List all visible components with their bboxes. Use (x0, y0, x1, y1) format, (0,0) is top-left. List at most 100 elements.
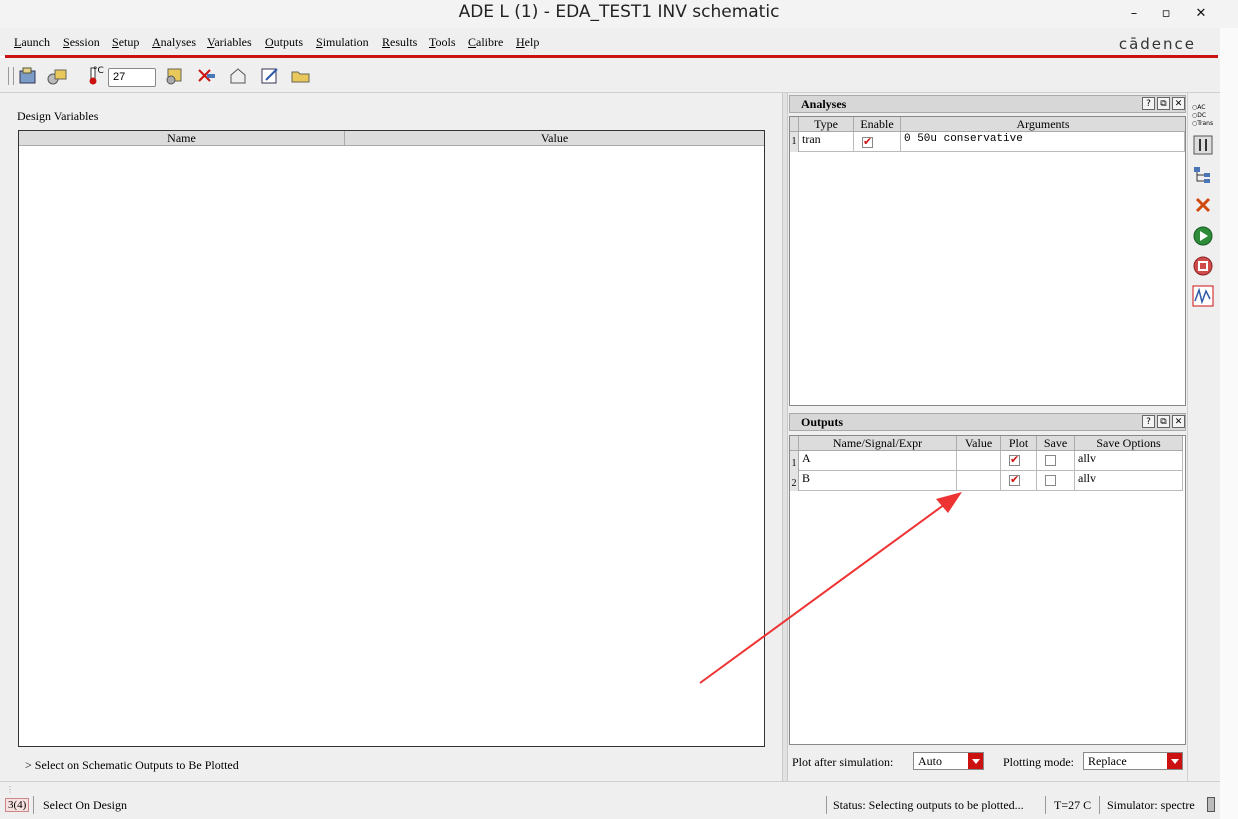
close-icon[interactable]: ✕ (1172, 97, 1185, 110)
status-grip-icon: ⋮ (6, 785, 14, 794)
launch-schematic-icon[interactable] (18, 67, 38, 85)
analyses-title: Analyses (801, 97, 847, 111)
resize-grip-icon[interactable] (1207, 797, 1215, 812)
corner-header (790, 117, 799, 132)
analysis-radio-group[interactable]: ○AC ○DC ○Trans (1192, 104, 1213, 128)
chevron-down-icon[interactable] (968, 753, 983, 769)
column-header-arguments[interactable]: Arguments (901, 117, 1185, 132)
output-save-cell[interactable] (1037, 451, 1075, 471)
corner-header (790, 436, 799, 451)
analyses-dock-header: Analyses ? ⧉ ✕ (789, 95, 1186, 113)
edit-icon[interactable] (260, 67, 280, 85)
design-variables-label: Design Variables (17, 109, 99, 123)
menu-help[interactable]: Help (516, 35, 539, 50)
netlist-icon[interactable] (228, 67, 248, 85)
analysis-enable-cell[interactable] (854, 132, 901, 152)
menu-variables[interactable]: Variables (207, 35, 252, 50)
column-header-plot[interactable]: Plot (1001, 436, 1037, 451)
menu-session[interactable]: Session (63, 35, 100, 50)
background-window-edge (1220, 28, 1238, 819)
menu-tools[interactable]: Tools (429, 35, 456, 50)
maximize-button[interactable]: ▫ (1157, 5, 1175, 23)
delete-icon[interactable] (1192, 194, 1214, 216)
save-checkbox[interactable] (1045, 475, 1056, 486)
output-name[interactable]: A (799, 451, 957, 471)
status-divider (826, 796, 827, 814)
probe-icon[interactable] (196, 67, 216, 85)
output-plot-cell[interactable] (1001, 451, 1037, 471)
radio-dc[interactable]: ○DC (1192, 112, 1213, 120)
plot-outputs-icon[interactable] (1192, 285, 1214, 307)
temperature-input[interactable]: 27 (108, 68, 156, 87)
plot-checkbox[interactable] (1009, 473, 1020, 487)
outputs-dock-header: Outputs ? ⧉ ✕ (789, 413, 1186, 431)
column-header-enable[interactable]: Enable (854, 117, 901, 132)
setup-model-icon[interactable] (164, 67, 184, 85)
float-icon[interactable]: ⧉ (1157, 415, 1170, 428)
analysis-enable-checkbox[interactable] (862, 135, 873, 149)
output-value (957, 451, 1001, 471)
status-message: Status: Selecting outputs to be plotted.… (833, 798, 1024, 812)
menu-launch[interactable]: Launch (14, 35, 50, 50)
plotting-mode-label: Plotting mode: (1003, 755, 1075, 769)
session-load-icon[interactable] (47, 67, 67, 85)
temperature-unit: °C (93, 66, 104, 76)
output-save-cell[interactable] (1037, 471, 1075, 491)
menu-simulation[interactable]: Simulation (316, 35, 369, 50)
radio-ac[interactable]: ○AC (1192, 104, 1213, 112)
minimize-button[interactable]: – (1125, 5, 1143, 23)
status-divider (1045, 796, 1046, 814)
command-counter: 3(4) (5, 798, 30, 812)
radio-trans[interactable]: ○Trans (1192, 120, 1213, 128)
row-index: 1 (790, 132, 799, 152)
help-icon[interactable]: ? (1142, 415, 1155, 428)
column-header-name[interactable]: Name (19, 131, 345, 146)
menu-outputs[interactable]: Outputs (265, 35, 303, 50)
menu-calibre[interactable]: Calibre (468, 35, 503, 50)
status-temperature: T=27 C (1054, 798, 1092, 812)
setup-parameters-icon[interactable] (1192, 134, 1214, 156)
stop-simulation-icon[interactable] (1192, 255, 1214, 277)
analysis-arguments[interactable]: 0 50u conservative (901, 132, 1185, 152)
column-header-name-signal-expr[interactable]: Name/Signal/Expr (799, 436, 957, 451)
close-window-button[interactable]: ✕ (1192, 5, 1210, 23)
status-simulator: Simulator: spectre (1107, 798, 1195, 812)
plotting-mode-value: Replace (1088, 754, 1127, 768)
column-header-save-options[interactable]: Save Options (1075, 436, 1183, 451)
run-simulation-icon[interactable] (1192, 225, 1214, 247)
output-save-options[interactable]: allv (1075, 471, 1183, 491)
close-icon[interactable]: ✕ (1172, 415, 1185, 428)
menu-analyses[interactable]: Analyses (152, 35, 196, 50)
design-variables-status: > Select on Schematic Outputs to Be Plot… (25, 758, 239, 772)
plot-checkbox[interactable] (1009, 453, 1020, 467)
row-index: 1 (790, 451, 799, 471)
column-header-type[interactable]: Type (799, 117, 854, 132)
open-folder-icon[interactable] (291, 67, 311, 85)
output-save-options[interactable]: allv (1075, 451, 1183, 471)
column-header-save[interactable]: Save (1037, 436, 1075, 451)
output-plot-cell[interactable] (1001, 471, 1037, 491)
toolbar: °C (0, 58, 1220, 93)
column-header-value[interactable]: Value (957, 436, 1001, 451)
menu-results[interactable]: Results (382, 35, 417, 50)
save-checkbox[interactable] (1045, 455, 1056, 466)
netlist-tree-icon[interactable] (1192, 164, 1214, 186)
plot-after-simulation-select[interactable]: Auto (913, 752, 984, 770)
analysis-type[interactable]: tran (799, 132, 854, 152)
menu-bar: Launch Session Setup Analyses Variables … (0, 28, 1220, 56)
annotation-arrow-icon (699, 492, 962, 684)
design-variables-table[interactable]: Name Value (18, 130, 765, 747)
current-mode: Select On Design (43, 798, 127, 812)
plot-after-simulation-label: Plot after simulation: (792, 755, 894, 769)
plotting-mode-select[interactable]: Replace (1083, 752, 1183, 770)
chevron-down-icon[interactable] (1167, 753, 1182, 769)
plot-after-simulation-value: Auto (918, 754, 942, 768)
help-icon[interactable]: ? (1142, 97, 1155, 110)
column-header-value[interactable]: Value (345, 131, 764, 146)
outputs-title: Outputs (801, 415, 844, 429)
analyses-table[interactable]: Type Enable Arguments 1 tran 0 50u conse… (789, 116, 1186, 406)
menu-setup[interactable]: Setup (112, 35, 139, 50)
window-title: ADE L (1) - EDA_TEST1 INV schematic (458, 2, 780, 22)
status-divider (1099, 796, 1100, 814)
float-icon[interactable]: ⧉ (1157, 97, 1170, 110)
